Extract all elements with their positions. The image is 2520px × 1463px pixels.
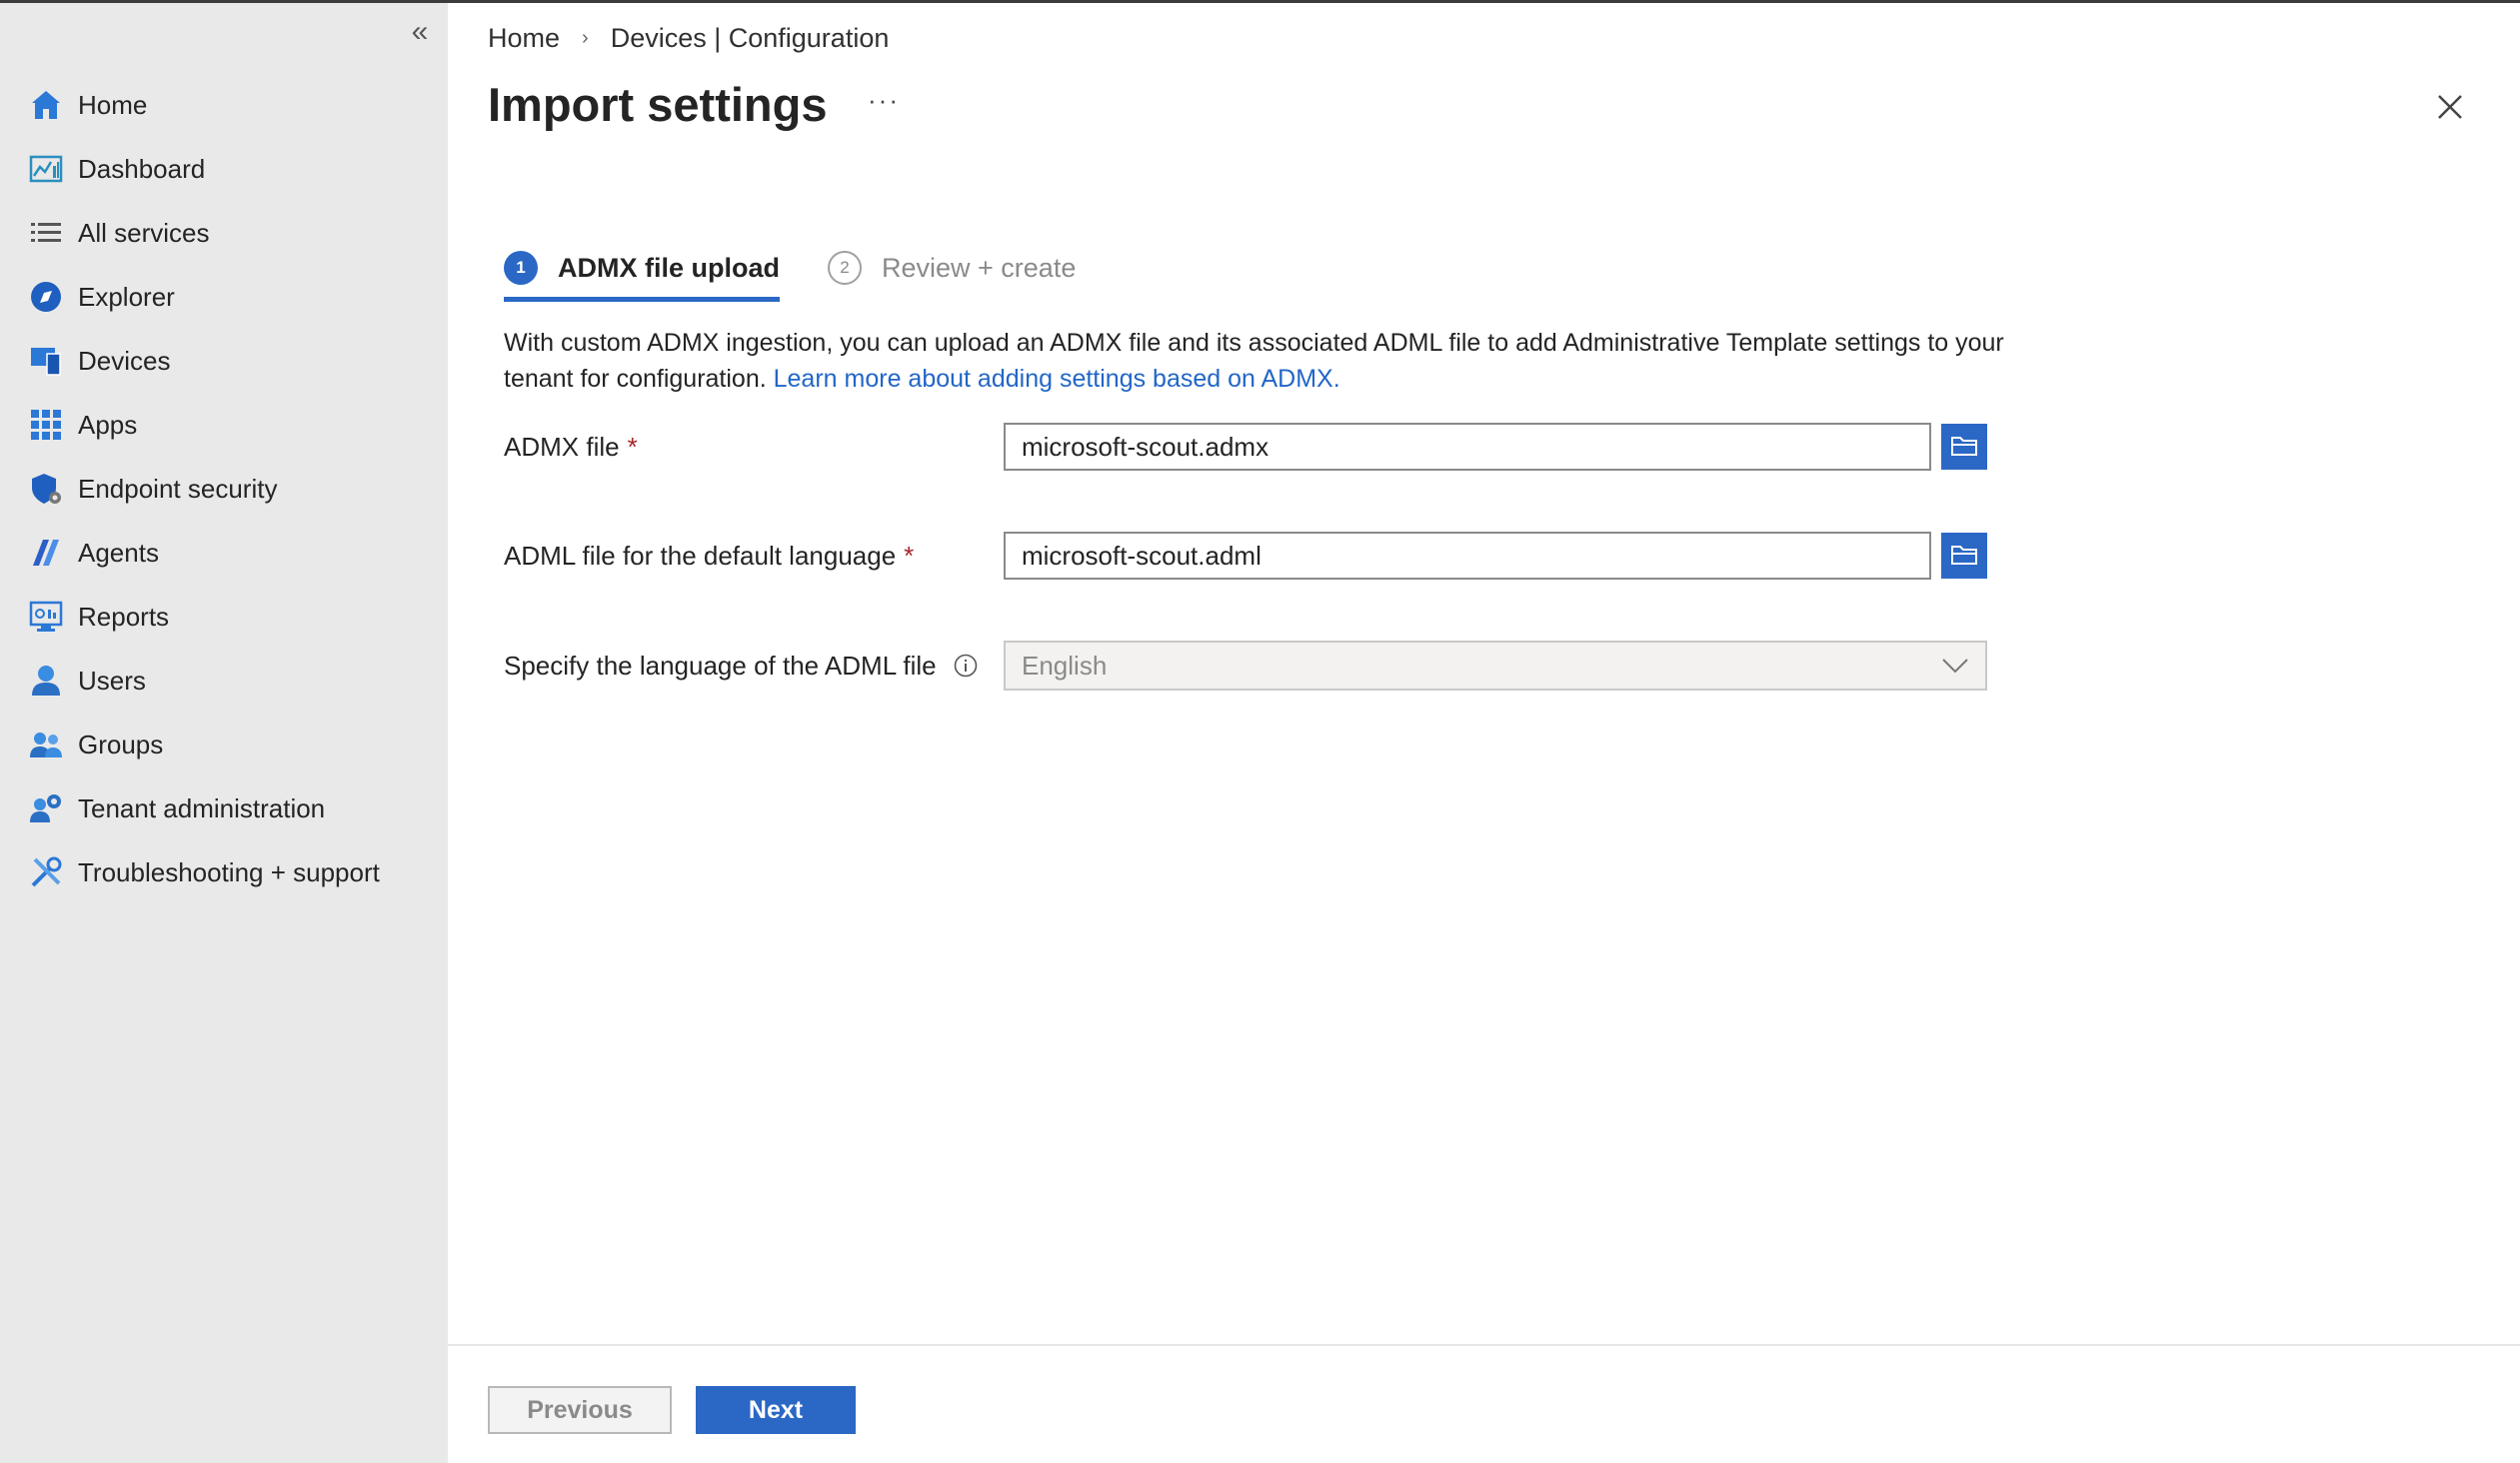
tools-icon <box>28 854 64 890</box>
adml-file-input[interactable] <box>1004 532 1931 580</box>
apps-grid-icon <box>28 407 64 443</box>
sidebar-item-all-services[interactable]: All services <box>0 201 448 265</box>
sidebar-item-label: Groups <box>78 729 164 759</box>
admx-file-row: ADMX file * <box>504 423 1987 471</box>
field-label-text: Specify the language of the ADML file <box>504 650 937 681</box>
field-label-text: ADML file for the default language <box>504 540 897 571</box>
learn-more-link[interactable]: Learn more about adding settings based o… <box>774 365 1340 393</box>
page-title: Import settings <box>488 78 828 131</box>
chevron-right-icon: › <box>582 27 589 49</box>
sidebar-item-explorer[interactable]: Explorer <box>0 265 448 329</box>
adml-file-label: ADML file for the default language * <box>504 541 1004 572</box>
browse-admx-button[interactable] <box>1941 424 1987 470</box>
admx-file-label: ADMX file * <box>504 432 1004 463</box>
collapse-sidebar-button[interactable]: « <box>400 17 440 51</box>
folder-icon <box>1950 543 1978 570</box>
browse-adml-button[interactable] <box>1941 533 1987 579</box>
sidebar-item-reports[interactable]: Reports <box>0 585 448 649</box>
breadcrumb-devices-configuration-link[interactable]: Devices | Configuration <box>611 23 890 54</box>
field-label-text: ADMX file <box>504 431 620 462</box>
language-select[interactable]: English <box>1004 641 1987 691</box>
sidebar-item-apps[interactable]: Apps <box>0 393 448 457</box>
folder-icon <box>1950 434 1978 461</box>
required-marker: * <box>904 540 915 571</box>
wizard-steps: 1 ADMX file upload 2 Review + create <box>504 243 1076 302</box>
close-icon[interactable] <box>2430 87 2470 127</box>
main-panel: Home › Devices | Configuration Import se… <box>448 3 2520 1463</box>
reports-icon <box>28 599 64 635</box>
sidebar-item-dashboard[interactable]: Dashboard <box>0 137 448 201</box>
home-icon <box>28 87 64 123</box>
info-icon[interactable] <box>953 653 979 679</box>
step-number-badge: 2 <box>828 251 862 285</box>
sidebar-item-label: Devices <box>78 345 171 376</box>
sidebar-item-home[interactable]: Home <box>0 73 448 137</box>
sidebar-item-label: Troubleshooting + support <box>78 856 380 887</box>
groups-icon <box>28 727 64 762</box>
previous-button[interactable]: Previous <box>488 1386 672 1434</box>
sidebar-item-label: Tenant administration <box>78 792 326 823</box>
tab-review-create[interactable]: 2 Review + create <box>828 243 1076 293</box>
sidebar-item-label: Users <box>78 665 146 696</box>
sidebar-item-label: Dashboard <box>78 153 206 184</box>
devices-icon <box>28 343 64 379</box>
step-number-badge: 1 <box>504 251 538 285</box>
sidebar-item-label: Endpoint security <box>78 473 278 504</box>
breadcrumb-home-link[interactable]: Home <box>488 23 560 54</box>
language-row: Specify the language of the ADML file En… <box>504 641 1987 691</box>
sidebar-item-agents[interactable]: Agents <box>0 521 448 585</box>
sidebar-item-label: All services <box>78 217 210 248</box>
sidebar-item-users[interactable]: Users <box>0 649 448 713</box>
description-text: With custom ADMX ingestion, you can uplo… <box>504 325 2063 397</box>
tenant-admin-icon <box>28 790 64 826</box>
sidebar-item-label: Home <box>78 89 148 120</box>
required-marker: * <box>627 431 638 462</box>
step-label: Review + create <box>882 252 1077 283</box>
next-button[interactable]: Next <box>696 1386 856 1434</box>
sidebar: « Home Dashboard All services Explorer D… <box>0 3 448 1463</box>
list-icon <box>28 215 64 251</box>
chevron-down-icon <box>1941 651 1969 682</box>
sidebar-nav: Home Dashboard All services Explorer Dev… <box>0 73 448 904</box>
sidebar-item-label: Agents <box>78 537 159 568</box>
agents-icon <box>28 535 64 571</box>
language-label: Specify the language of the ADML file <box>504 651 1004 682</box>
sidebar-item-devices[interactable]: Devices <box>0 329 448 393</box>
admx-file-input[interactable] <box>1004 423 1931 471</box>
footer-divider <box>448 1344 2520 1346</box>
sidebar-item-label: Apps <box>78 409 138 440</box>
user-icon <box>28 663 64 699</box>
adml-file-row: ADML file for the default language * <box>504 532 1987 580</box>
sidebar-item-label: Reports <box>78 601 170 632</box>
language-select-value: English <box>1022 650 1108 681</box>
sidebar-item-tenant-administration[interactable]: Tenant administration <box>0 776 448 840</box>
breadcrumb: Home › Devices | Configuration <box>488 23 889 54</box>
step-label: ADMX file upload <box>558 252 780 283</box>
more-options-button[interactable]: ··· <box>868 85 900 116</box>
dashboard-icon <box>28 151 64 187</box>
tab-admx-file-upload[interactable]: 1 ADMX file upload <box>504 243 780 302</box>
sidebar-item-troubleshooting-support[interactable]: Troubleshooting + support <box>0 840 448 904</box>
shield-icon <box>28 471 64 507</box>
explorer-icon <box>28 279 64 315</box>
sidebar-item-label: Explorer <box>78 281 175 312</box>
sidebar-item-endpoint-security[interactable]: Endpoint security <box>0 457 448 521</box>
sidebar-item-groups[interactable]: Groups <box>0 713 448 776</box>
